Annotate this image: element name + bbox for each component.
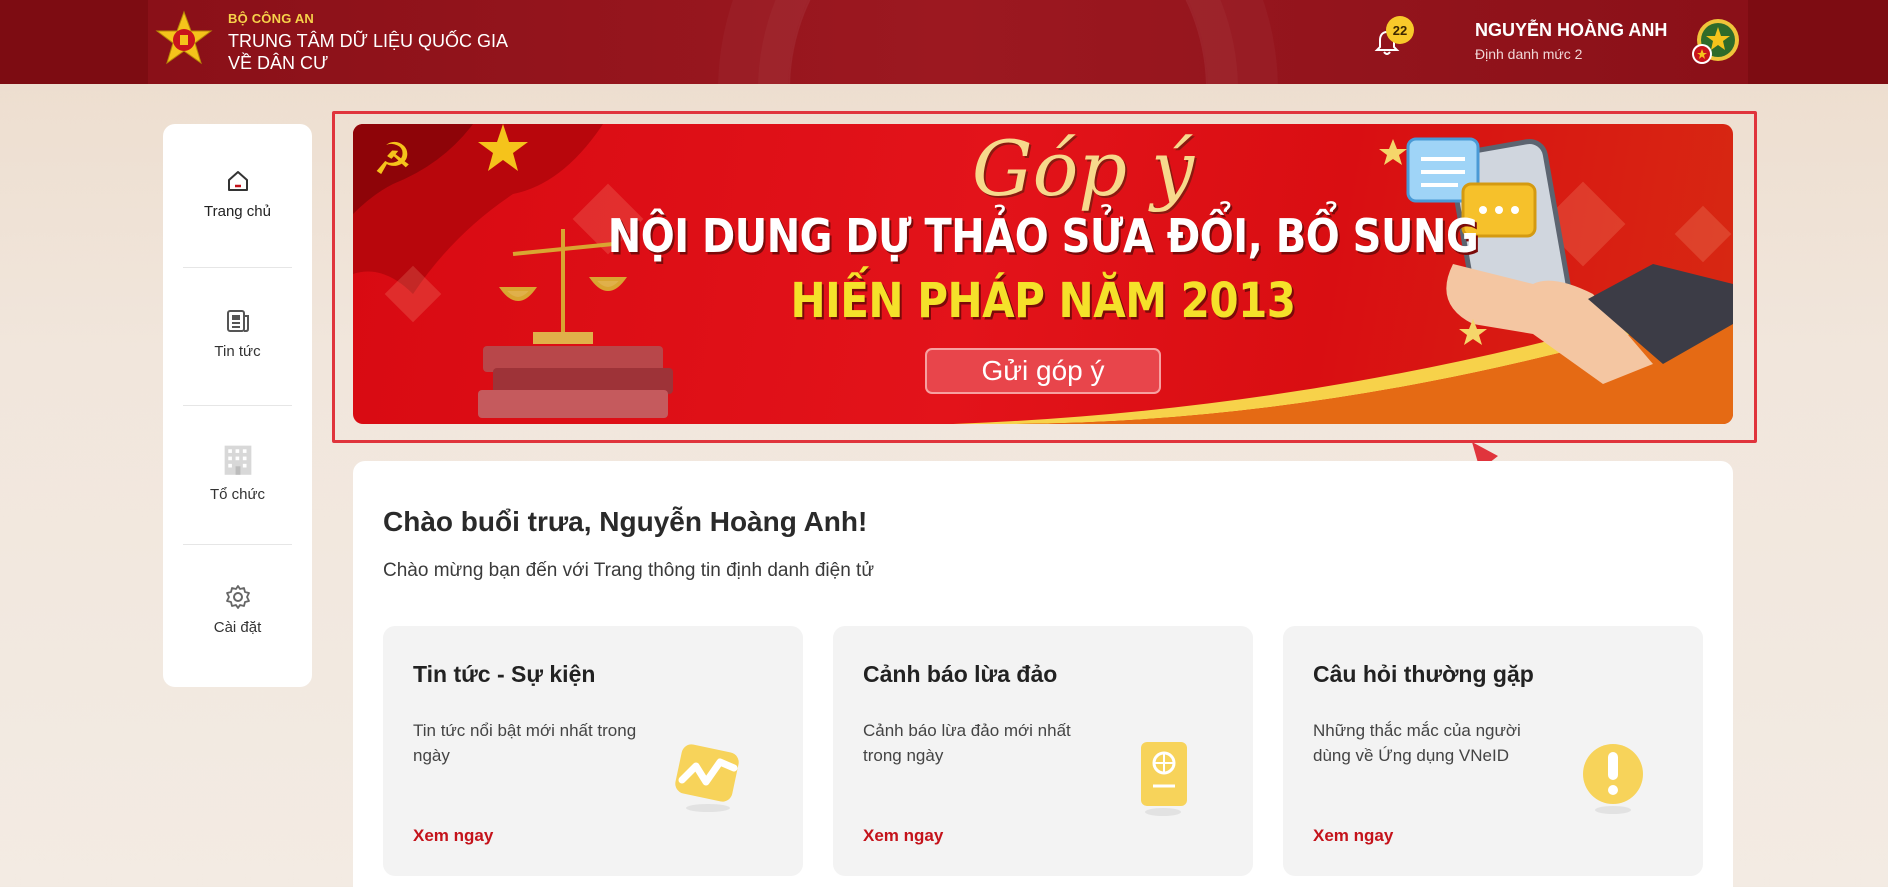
- user-identity-level: Định danh mức 2: [1475, 46, 1583, 62]
- annotation-highlight-box: [332, 111, 1757, 443]
- card-description: Những thắc mắc của người dùng về Ứng dụn…: [1313, 721, 1521, 765]
- avatar[interactable]: [1692, 18, 1740, 66]
- card-title: Cảnh báo lừa đảo: [863, 661, 1058, 687]
- sidebar-item-organization[interactable]: Tổ chức: [183, 402, 292, 541]
- building-icon: [224, 445, 251, 475]
- passport-icon: [1141, 742, 1187, 816]
- view-now-link[interactable]: Xem ngay: [863, 826, 943, 846]
- notification-badge[interactable]: 22: [1386, 16, 1414, 44]
- card-faq[interactable]: Câu hỏi thường gặp Những thắc mắc của ng…: [1283, 626, 1703, 876]
- sidebar-item-news[interactable]: Tin tức: [183, 264, 292, 403]
- greeting-subtitle: Chào mừng bạn đến với Trang thông tin đị…: [383, 560, 875, 581]
- user-name: NGUYỄN HOÀNG ANH: [1475, 20, 1668, 40]
- greeting-title: Chào buổi trưa, Nguyễn Hoàng Anh!: [383, 506, 868, 537]
- view-now-link[interactable]: Xem ngay: [1313, 826, 1393, 846]
- card-description: Cảnh báo lừa đảo mới nhất trong ngày: [863, 721, 1071, 765]
- exclamation-icon: [1583, 744, 1643, 814]
- sidebar: Trang chủ Tin tức Tổ chức Cài đặt: [163, 124, 312, 687]
- news-icon: [226, 310, 249, 332]
- sidebar-item-label: Cài đặt: [213, 619, 262, 636]
- gear-icon: [225, 585, 250, 609]
- card-title: Câu hỏi thường gặp: [1313, 661, 1534, 687]
- view-now-link[interactable]: Xem ngay: [413, 826, 493, 846]
- org-ministry: BỘ CÔNG AN: [228, 11, 315, 26]
- card-scam-alerts[interactable]: Cảnh báo lừa đảo Cảnh báo lừa đảo mới nh…: [833, 626, 1253, 876]
- card-news-events[interactable]: Tin tức - Sự kiện Tin tức nổi bật mới nh…: [383, 626, 803, 876]
- card-title: Tin tức - Sự kiện: [413, 661, 596, 687]
- sidebar-item-home[interactable]: Trang chủ: [183, 124, 292, 263]
- org-name-line1: TRUNG TÂM DỮ LIỆU QUỐC GIA: [228, 31, 509, 51]
- home-icon: [227, 171, 248, 191]
- police-emblem-logo[interactable]: [154, 10, 214, 70]
- org-title: BỘ CÔNG AN TRUNG TÂM DỮ LIỆU QUỐC GIA VỀ…: [228, 11, 508, 74]
- trend-chart-icon: [675, 744, 739, 812]
- drum-pattern: [788, 0, 1208, 84]
- sidebar-item-label: Tổ chức: [209, 486, 266, 503]
- sidebar-item-label: Trang chủ: [204, 203, 271, 220]
- sidebar-item-settings[interactable]: Cài đặt: [183, 540, 292, 679]
- org-name-line2: VỀ DÂN CƯ: [228, 53, 329, 73]
- sidebar-item-label: Tin tức: [214, 343, 261, 360]
- card-description: Tin tức nổi bật mới nhất trong ngày: [413, 721, 637, 765]
